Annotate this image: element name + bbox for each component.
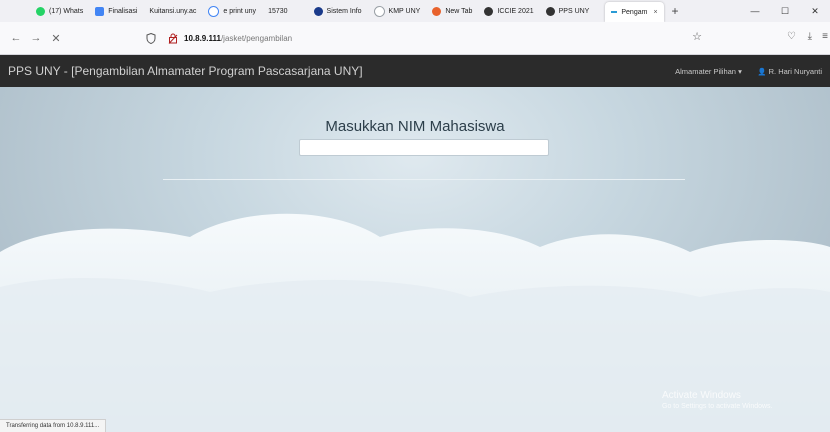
main-content: Masukkan NIM Mahasiswa Activate Windows … [0, 87, 830, 432]
tab-label: (17) Whats [49, 7, 84, 15]
iccie-icon [484, 6, 494, 16]
browser-tab[interactable]: Sistem Info [308, 0, 368, 22]
activate-title: Activate Windows [662, 390, 741, 401]
browser-tab[interactable]: PPS UNY [540, 0, 596, 22]
shield-icon[interactable] [146, 32, 156, 44]
app-header: PPS UNY - [Pengambilan Almamater Program… [0, 55, 830, 87]
browser-tab-active[interactable]: Pengam × [605, 2, 664, 22]
status-bar: Transferring data from 10.8.9.111... [0, 419, 107, 432]
new-tab-button[interactable]: + [664, 4, 687, 18]
url-path: /jasket/pengambilan [220, 33, 293, 43]
menu-icon[interactable]: ≡ [822, 31, 828, 42]
activate-subtitle: Go to Settings to activate Windows. [662, 403, 773, 410]
app-brand[interactable]: PPS UNY - [Pengambilan Almamater Program… [0, 64, 363, 78]
stop-icon[interactable]: ✕ [46, 32, 66, 45]
tab-label: PPS UNY [558, 7, 590, 15]
browser-tab-strip: (17) Whats Finalisasi Kuitansi.uny.ac e … [0, 0, 830, 22]
close-tab-icon[interactable]: × [653, 9, 657, 16]
tab-label: Kuitansi.uny.ac [149, 7, 197, 15]
tab-label: Sistem Info [326, 7, 362, 15]
loading-icon [611, 11, 618, 13]
minimize-icon[interactable]: — [740, 6, 770, 16]
maximize-icon[interactable]: ☐ [770, 6, 800, 17]
user-icon: 👤 [757, 68, 767, 76]
close-window-icon[interactable]: ✕ [800, 6, 830, 17]
divider [163, 179, 685, 180]
url-bar[interactable]: 10.8.9.111 /jasket/pengambilan [140, 27, 720, 49]
docs-icon [95, 6, 105, 16]
browser-tab[interactable]: Kuitansi.uny.ac [143, 0, 202, 22]
almamater-menu[interactable]: Almamater Pilihan ▾ [667, 67, 750, 76]
tab-label: Finalisasi [108, 7, 138, 15]
app-header-right: Almamater Pilihan ▾ 👤 R. Hari Nuryanti [667, 55, 830, 87]
globe-icon [373, 5, 385, 17]
browser-tab[interactable]: e print uny [202, 0, 262, 22]
download-icon[interactable]: ⤓ [808, 31, 812, 42]
window-controls: — ☐ ✕ [740, 0, 830, 22]
uny-icon [313, 6, 323, 16]
pocket-icon[interactable]: ♡ [787, 31, 796, 42]
browser-navbar: ← → ✕ 10.8.9.111 /jasket/pengambilan ☆ ♡… [0, 22, 830, 55]
browser-tab[interactable]: New Tab [426, 0, 478, 22]
url-host: 10.8.9.111 [184, 33, 221, 43]
activate-windows-watermark: Activate Windows Go to Settings to activ… [662, 390, 773, 410]
bookmark-star-icon[interactable]: ☆ [692, 30, 702, 43]
tab-label: ICCIE 2021 [497, 7, 534, 15]
browser-tab[interactable]: ICCIE 2021 [478, 0, 539, 22]
pps-icon [545, 6, 555, 16]
browser-tab[interactable]: 15730 [262, 0, 293, 22]
google-icon [208, 5, 220, 17]
caret-down-icon: ▾ [738, 66, 742, 76]
tab-label: KMP UNY [388, 7, 421, 15]
browser-tab[interactable]: (17) Whats [30, 0, 89, 22]
user-name: R. Hari Nuryanti [768, 66, 822, 76]
whatsapp-icon [36, 6, 45, 16]
almamater-menu-label: Almamater Pilihan [675, 66, 736, 76]
back-icon[interactable]: ← [6, 32, 26, 44]
nim-input[interactable] [299, 139, 549, 156]
insecure-lock-icon[interactable] [168, 33, 178, 44]
tab-label: Pengam [621, 8, 648, 16]
tab-label: 15730 [268, 7, 288, 15]
tab-label: e print uny [223, 7, 257, 15]
browser-tab[interactable]: KMP UNY [368, 0, 427, 22]
user-menu[interactable]: 👤 R. Hari Nuryanti [750, 67, 830, 76]
page-title: Masukkan NIM Mahasiswa [325, 118, 505, 135]
browser-tab[interactable]: Finalisasi [89, 0, 143, 22]
forward-icon[interactable]: → [26, 32, 46, 44]
tab-label: New Tab [445, 7, 473, 15]
firefox-icon [432, 6, 442, 16]
